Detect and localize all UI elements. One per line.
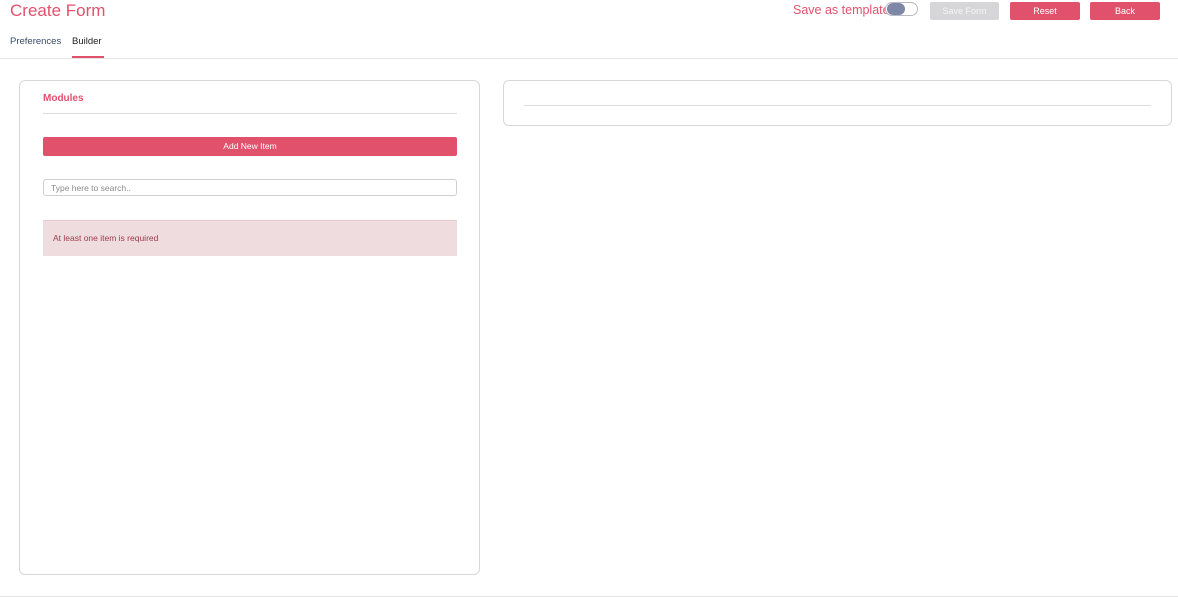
header-divider bbox=[0, 58, 1178, 59]
footer-divider bbox=[0, 596, 1178, 597]
save-as-template-toggle[interactable] bbox=[885, 2, 918, 16]
modules-title: Modules bbox=[43, 93, 84, 104]
toggle-knob bbox=[887, 3, 905, 15]
tab-builder[interactable]: Builder bbox=[72, 36, 102, 47]
error-message: At least one item is required bbox=[53, 233, 159, 243]
modules-divider bbox=[43, 113, 457, 114]
modules-panel: Modules Add New Item At least one item i… bbox=[19, 80, 480, 575]
error-alert: At least one item is required bbox=[43, 220, 457, 256]
page-title: Create Form bbox=[10, 1, 106, 20]
add-new-item-button[interactable]: Add New Item bbox=[43, 137, 457, 156]
form-canvas-divider bbox=[524, 105, 1151, 106]
back-button[interactable]: Back bbox=[1090, 2, 1160, 20]
save-form-button[interactable]: Save Form bbox=[930, 2, 999, 20]
search-input[interactable] bbox=[43, 179, 457, 196]
tab-preferences[interactable]: Preferences bbox=[10, 36, 61, 47]
save-as-template-label: Save as template bbox=[793, 3, 890, 17]
form-canvas-panel bbox=[503, 80, 1172, 126]
reset-button[interactable]: Reset bbox=[1010, 2, 1080, 20]
